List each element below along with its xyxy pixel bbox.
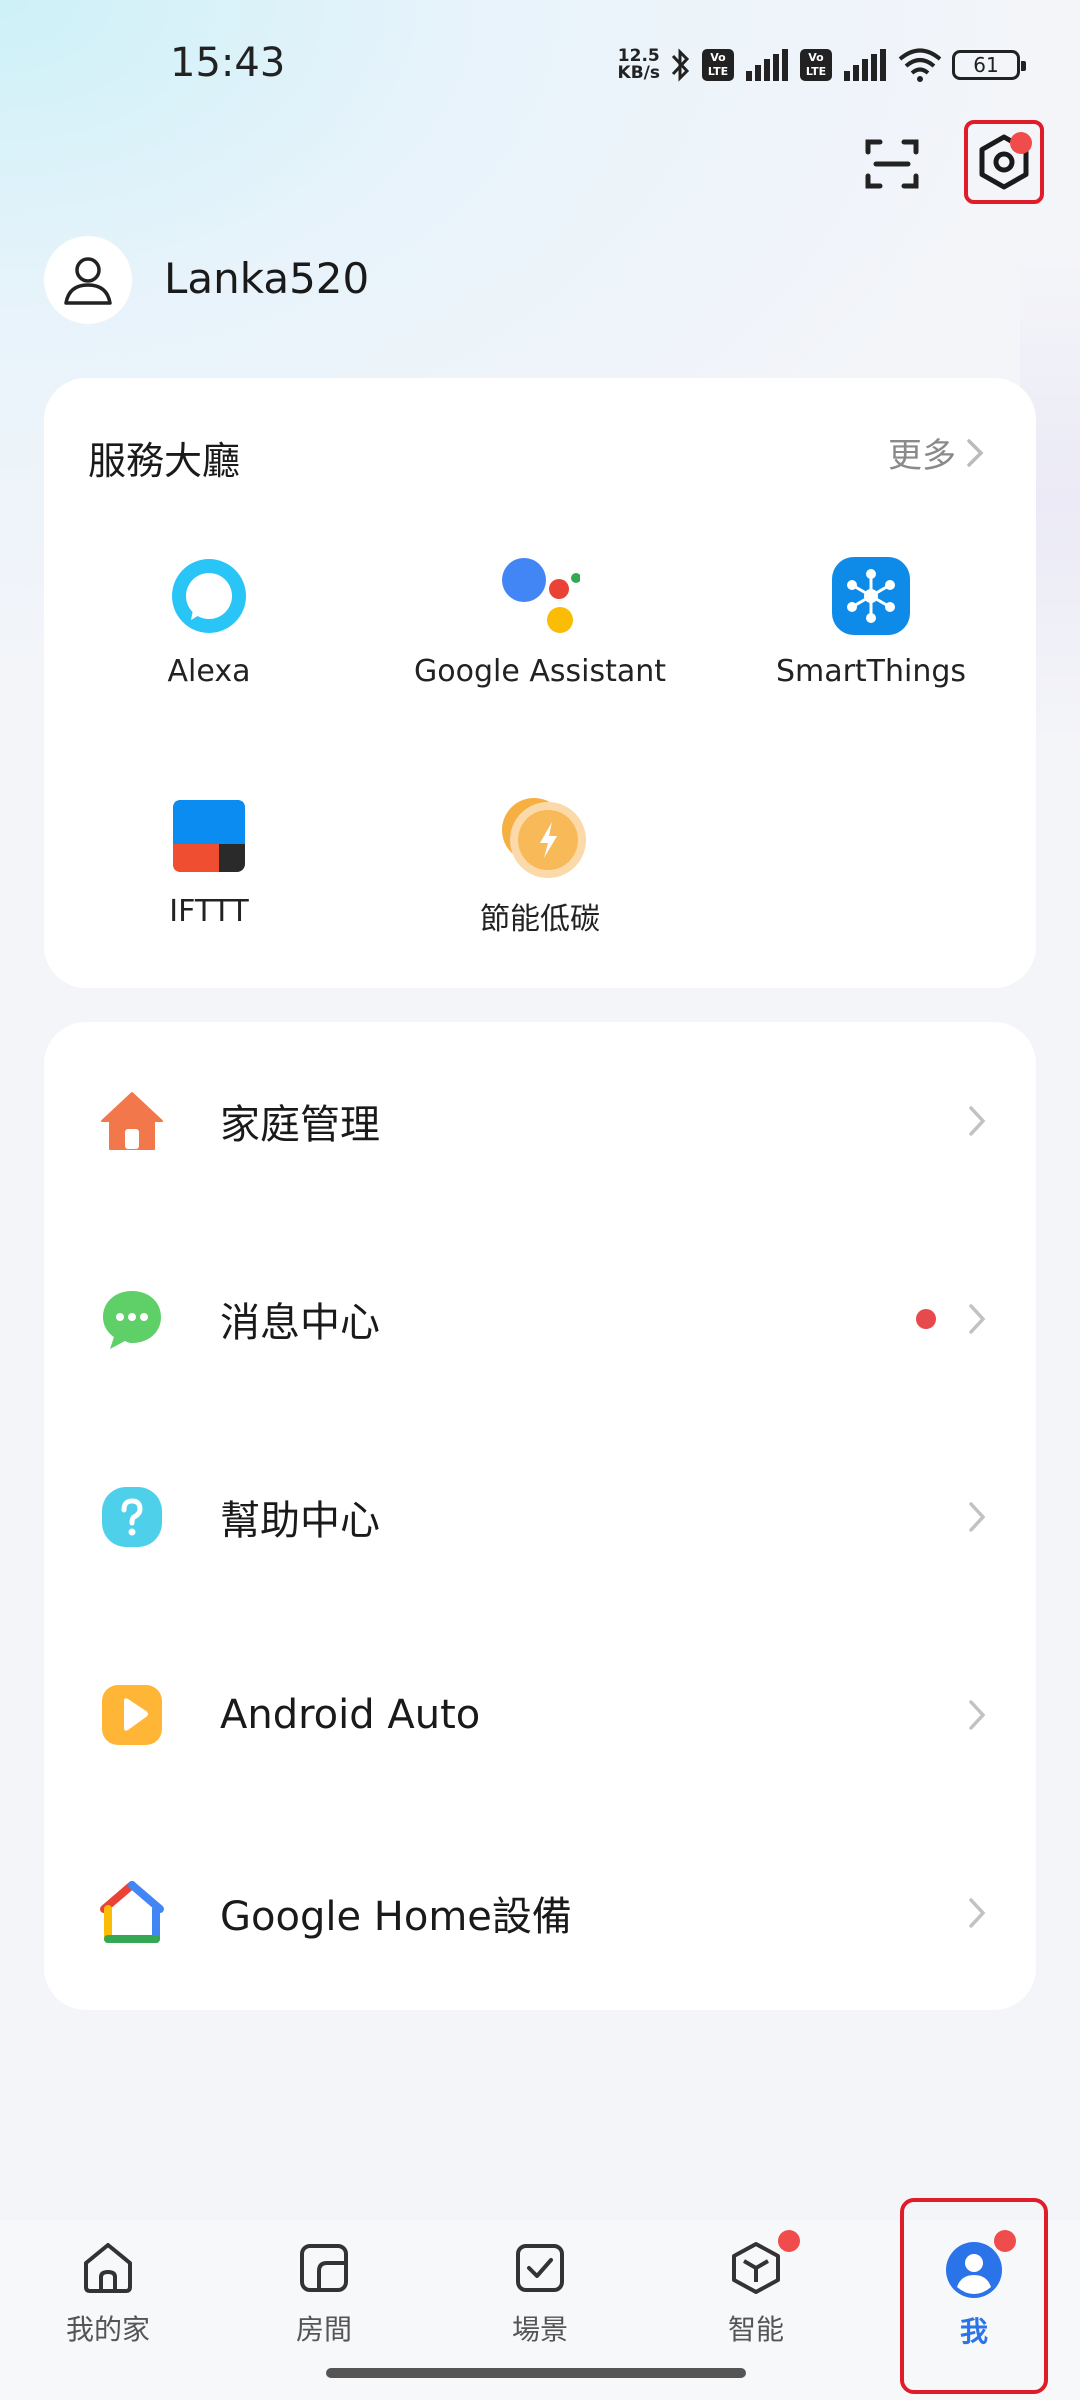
energy-saving-icon (500, 796, 586, 878)
wifi-icon (898, 48, 942, 82)
more-link[interactable]: 更多 (888, 428, 984, 477)
battery-icon: 61 (952, 50, 1026, 80)
settings-badge (1010, 132, 1032, 154)
battery-level: 61 (973, 53, 999, 77)
user-icon (64, 257, 112, 305)
settings-button[interactable] (964, 120, 1044, 204)
chevron-right-icon (969, 1898, 986, 1928)
service-label: Alexa (167, 654, 251, 689)
home-icon (76, 2236, 140, 2300)
nav-item-my-home[interactable]: 我的家 (38, 2236, 178, 2348)
service-google-assistant[interactable]: Google Assistant (375, 556, 705, 689)
menu-item-google-home[interactable]: Google Home設備 (44, 1814, 1036, 2012)
home-management-icon (100, 1089, 164, 1153)
chevron-right-icon (967, 438, 984, 467)
android-auto-icon (100, 1683, 164, 1747)
service-label: Google Assistant (414, 654, 666, 689)
menu-item-message-center[interactable]: 消息中心 (44, 1220, 1036, 1418)
username[interactable]: Lanka520 (164, 254, 369, 303)
nav-label: 我 (959, 2315, 988, 2348)
service-ifttt[interactable]: IFTTT (44, 796, 374, 929)
nav-label: 智能 (727, 2313, 784, 2346)
bluetooth-icon (671, 48, 690, 82)
smart-badge (778, 2230, 800, 2252)
google-home-icon (100, 1881, 164, 1945)
nav-item-room[interactable]: 房間 (254, 2236, 394, 2348)
google-assistant-icon (500, 556, 581, 636)
ifttt-icon (169, 796, 249, 876)
menu-label: Android Auto (220, 1692, 481, 1738)
status-time: 15:43 (170, 40, 286, 86)
service-energy-saving[interactable]: 節能低碳 (375, 796, 705, 938)
nav-label: 場景 (511, 2313, 568, 2346)
service-label: IFTTT (169, 894, 249, 929)
smart-icon (724, 2230, 800, 2300)
services-card: 服務大廳 更多 Alexa Google Assistant SmartThin… (44, 378, 1036, 988)
menu-item-android-auto[interactable]: Android Auto (44, 1616, 1036, 1814)
signal-icon (746, 49, 788, 81)
smartthings-icon (831, 556, 911, 636)
menu-label: 幫助中心 (220, 1498, 380, 1544)
nav-item-smart[interactable]: 智能 (686, 2230, 826, 2348)
service-smartthings[interactable]: SmartThings (706, 556, 1036, 689)
services-title: 服務大廳 (88, 439, 241, 483)
nav-label: 房間 (295, 2313, 352, 2346)
menu-item-help-center[interactable]: 幫助中心 (44, 1418, 1036, 1616)
signal-icon-2 (844, 49, 886, 81)
profile-icon (942, 2230, 1016, 2302)
profile-badge (994, 2230, 1016, 2252)
service-alexa[interactable]: Alexa (44, 556, 374, 689)
nav-label: 我的家 (65, 2313, 150, 2346)
nav-item-scene[interactable]: 場景 (470, 2236, 610, 2348)
home-indicator[interactable] (326, 2368, 746, 2378)
menu-label: 家庭管理 (220, 1102, 380, 1148)
alexa-icon (169, 556, 249, 636)
more-label: 更多 (888, 436, 956, 476)
menu-label: Google Home設備 (220, 1894, 572, 1940)
status-bar-icons: 12.5 KB/s Vo LTE Vo LTE 61 (618, 40, 1026, 90)
message-badge (916, 1309, 936, 1329)
scan-button[interactable] (852, 124, 932, 204)
chevron-right-icon (969, 1700, 986, 1730)
chevron-right-icon (969, 1106, 986, 1136)
nav-item-me[interactable]: 我 (900, 2198, 1048, 2394)
avatar[interactable] (44, 236, 132, 324)
network-speed-unit: KB/s (617, 63, 660, 83)
service-label: 節能低碳 (480, 902, 600, 937)
network-speed: 12.5 KB/s (618, 48, 660, 82)
scene-icon (508, 2236, 572, 2300)
menu-card: 家庭管理 消息中心 幫助中心 Android Auto Google Home設… (44, 1022, 1036, 2010)
volte-icon: Vo LTE (702, 49, 734, 81)
chevron-right-icon (969, 1304, 986, 1334)
volte-icon-2: Vo LTE (800, 49, 832, 81)
room-icon (292, 2236, 356, 2300)
chevron-right-icon (969, 1502, 986, 1532)
scan-icon (865, 139, 919, 189)
menu-label: 消息中心 (220, 1300, 380, 1346)
message-icon (100, 1287, 164, 1351)
menu-item-home-management[interactable]: 家庭管理 (44, 1022, 1036, 1220)
help-icon (100, 1485, 164, 1549)
service-label: SmartThings (775, 654, 967, 689)
